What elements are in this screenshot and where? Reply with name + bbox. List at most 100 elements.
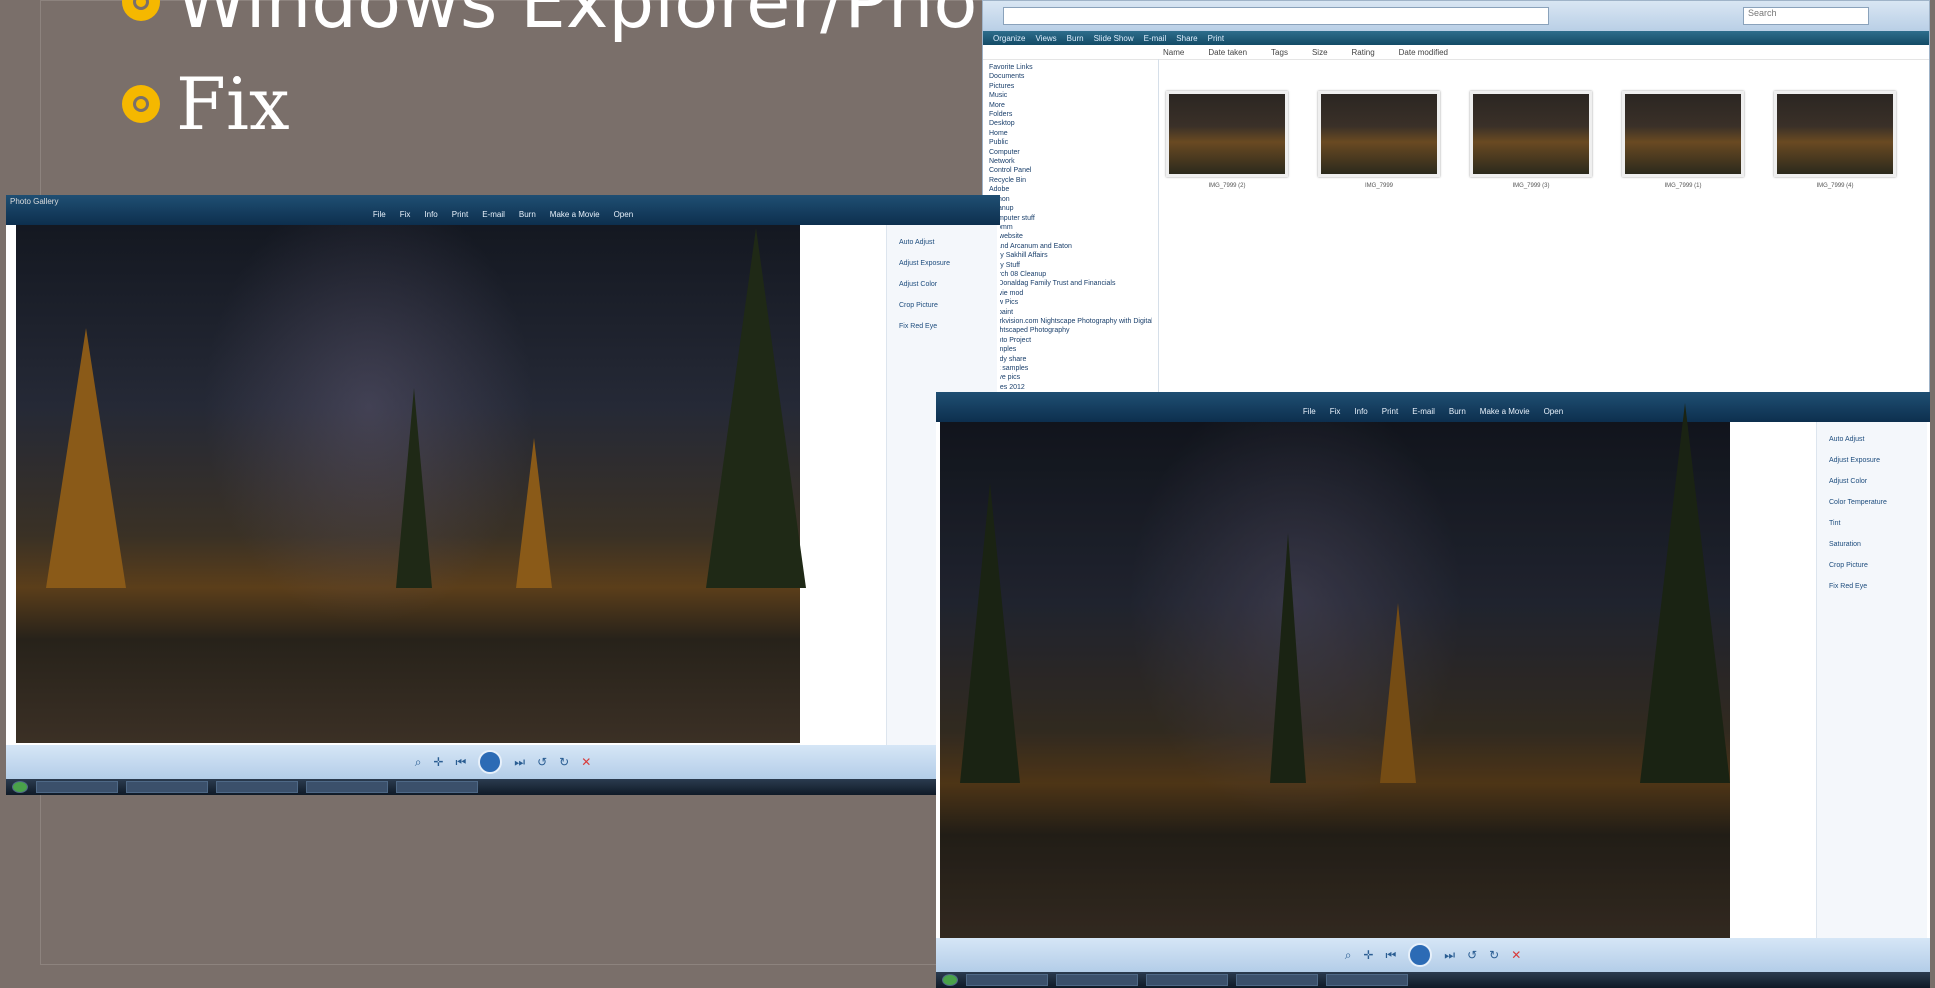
nav-item[interactable]: Taxes 2012 <box>989 383 1152 392</box>
previous-icon[interactable]: ⏮ <box>455 755 466 770</box>
taskbar-item[interactable] <box>1146 974 1228 986</box>
column-tags[interactable]: Tags <box>1271 48 1288 57</box>
menu-item[interactable]: File <box>373 210 386 219</box>
nav-item[interactable]: Folders <box>989 110 1152 119</box>
slideshow-button[interactable] <box>478 750 503 774</box>
taskbar-item[interactable] <box>396 781 478 793</box>
nav-item[interactable]: Ecomm <box>989 223 1152 232</box>
search-input[interactable]: Search <box>1743 7 1869 25</box>
nav-item[interactable]: New Pics <box>989 298 1152 307</box>
nav-item[interactable]: Computer <box>989 148 1152 157</box>
nav-item[interactable]: Grand Arcanum and Eaton <box>989 242 1152 251</box>
thumbnail[interactable]: IMG_7999 (2) <box>1166 91 1288 189</box>
thumbnail[interactable]: IMG_7999 (4) <box>1774 91 1896 189</box>
menu-item[interactable]: Make a Movie <box>1480 407 1530 416</box>
nav-item[interactable]: Pictures <box>989 82 1152 91</box>
nav-item[interactable]: for website <box>989 232 1152 241</box>
previous-icon[interactable]: ⏮ <box>1385 948 1396 963</box>
menu-item[interactable]: Open <box>614 210 634 219</box>
nav-item[interactable]: movie mod <box>989 289 1152 298</box>
nav-item[interactable]: Music <box>989 91 1152 100</box>
nav-item[interactable]: cleanup <box>989 204 1152 213</box>
thumbnail[interactable]: IMG_7999 <box>1318 91 1440 189</box>
menu-item[interactable]: Make a Movie <box>550 210 600 219</box>
nav-item[interactable]: Clarkvision.com Nightscape Photography w… <box>989 317 1152 326</box>
thumbnail[interactable]: IMG_7999 (1) <box>1622 91 1744 189</box>
nav-item[interactable]: Photo Project <box>989 336 1152 345</box>
rotate-right-icon[interactable]: ↻ <box>1489 948 1499 962</box>
nav-item[interactable]: march 08 Cleanup <box>989 270 1152 279</box>
menu-item[interactable]: Print <box>452 210 468 219</box>
fix-option[interactable]: Crop Picture <box>1829 562 1927 569</box>
fix-option[interactable]: Tint <box>1829 520 1927 527</box>
nav-item[interactable]: Study share <box>989 355 1152 364</box>
rotate-left-icon[interactable]: ↺ <box>1467 948 1477 962</box>
next-icon[interactable]: ⏭ <box>514 755 525 770</box>
nav-item[interactable]: Canon <box>989 195 1152 204</box>
taskbar-item[interactable] <box>966 974 1048 986</box>
nav-item[interactable]: Control Panel <box>989 166 1152 175</box>
nav-item[interactable]: Recycle Bin <box>989 176 1152 185</box>
fix-option[interactable]: Fix Red Eye <box>899 323 997 330</box>
menu-item[interactable]: Print <box>1382 407 1398 416</box>
menu-item[interactable]: File <box>1303 407 1316 416</box>
start-button[interactable] <box>12 781 28 793</box>
menu-item[interactable]: Burn <box>519 210 536 219</box>
nav-item[interactable]: Computer stuff <box>989 214 1152 223</box>
nav-item[interactable]: Nopaint <box>989 308 1152 317</box>
nav-item[interactable]: Judy Stuff <box>989 261 1152 270</box>
nav-item[interactable]: Adobe <box>989 185 1152 194</box>
toolbar-share[interactable]: Share <box>1176 34 1197 43</box>
fix-option[interactable]: Adjust Exposure <box>899 260 997 267</box>
toolbar-slideshow[interactable]: Slide Show <box>1094 34 1134 43</box>
nav-item[interactable]: McDonaldag Family Trust and Financials <box>989 279 1152 288</box>
nav-item[interactable]: Nightscaped Photography <box>989 326 1152 335</box>
delete-icon[interactable]: ✕ <box>1511 948 1521 962</box>
menu-item[interactable]: Burn <box>1449 407 1466 416</box>
taskbar-item[interactable] <box>1056 974 1138 986</box>
column-name[interactable]: Name <box>1163 48 1184 57</box>
address-field[interactable] <box>1003 7 1549 25</box>
taskbar-item[interactable] <box>306 781 388 793</box>
column-size[interactable]: Size <box>1312 48 1328 57</box>
fit-icon[interactable]: ✛ <box>1363 948 1373 962</box>
menu-item[interactable]: Fix <box>1330 407 1341 416</box>
nav-item[interactable]: Favorite Links <box>989 63 1152 72</box>
slideshow-button[interactable] <box>1408 943 1433 967</box>
menu-item[interactable]: E-mail <box>482 210 505 219</box>
nav-item[interactable]: Public <box>989 138 1152 147</box>
column-rating[interactable]: Rating <box>1352 48 1375 57</box>
zoom-icon[interactable]: ⌕ <box>415 755 422 770</box>
fix-option[interactable]: Color Temperature <box>1829 499 1927 506</box>
thumbnail[interactable]: IMG_7999 (3) <box>1470 91 1592 189</box>
toolbar-print[interactable]: Print <box>1208 34 1224 43</box>
fix-option[interactable]: Adjust Color <box>899 281 997 288</box>
nav-item[interactable]: test samples <box>989 364 1152 373</box>
rotate-right-icon[interactable]: ↻ <box>559 755 569 769</box>
toolbar-burn[interactable]: Burn <box>1067 34 1084 43</box>
fix-option[interactable]: Auto Adjust <box>1829 436 1927 443</box>
taskbar-item[interactable] <box>216 781 298 793</box>
toolbar-views[interactable]: Views <box>1035 34 1056 43</box>
fix-option[interactable]: Auto Adjust <box>899 239 997 246</box>
nav-item[interactable]: steve pics <box>989 373 1152 382</box>
column-date-taken[interactable]: Date taken <box>1208 48 1247 57</box>
zoom-icon[interactable]: ⌕ <box>1345 948 1352 963</box>
fix-option[interactable]: Fix Red Eye <box>1829 583 1927 590</box>
start-button[interactable] <box>942 974 958 986</box>
menu-item[interactable]: Info <box>1354 407 1367 416</box>
taskbar-item[interactable] <box>1326 974 1408 986</box>
taskbar-item[interactable] <box>126 781 208 793</box>
menu-item[interactable]: Fix <box>400 210 411 219</box>
nav-item[interactable]: Desktop <box>989 119 1152 128</box>
toolbar-organize[interactable]: Organize <box>993 34 1025 43</box>
fix-option[interactable]: Adjust Exposure <box>1829 457 1927 464</box>
nav-item[interactable]: More <box>989 101 1152 110</box>
nav-item[interactable]: Judy Sakhill Affairs <box>989 251 1152 260</box>
taskbar-item[interactable] <box>1236 974 1318 986</box>
menu-item[interactable]: Open <box>1544 407 1564 416</box>
fit-icon[interactable]: ✛ <box>433 755 443 769</box>
menu-item[interactable]: E-mail <box>1412 407 1435 416</box>
fix-option[interactable]: Adjust Color <box>1829 478 1927 485</box>
delete-icon[interactable]: ✕ <box>581 755 591 769</box>
